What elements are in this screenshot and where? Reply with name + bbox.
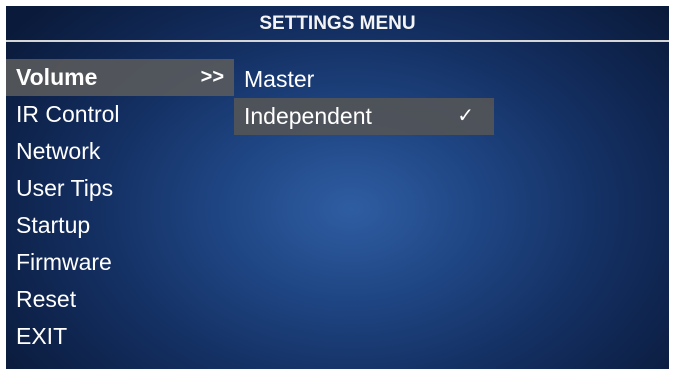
checkmark-icon: ✓ (457, 105, 474, 127)
menu-item-startup[interactable]: Startup (6, 207, 234, 244)
menu-item-user-tips[interactable]: User Tips (6, 170, 234, 207)
menu-item-network[interactable]: Network (6, 133, 234, 170)
menu-item-label: Firmware (16, 249, 112, 275)
menu-item-label: Reset (16, 286, 77, 312)
menu-item-label: Network (16, 138, 101, 164)
volume-submenu: Master Independent ✓ (234, 61, 494, 135)
menu-item-label: User Tips (16, 175, 114, 201)
menu-item-label: IR Control (16, 101, 120, 127)
submenu-item-master[interactable]: Master (234, 61, 494, 98)
menu-item-label: Volume (16, 64, 98, 90)
submenu-item-label: Master (244, 66, 315, 92)
menu-item-exit[interactable]: EXIT (6, 318, 234, 355)
menu-item-ir-control[interactable]: IR Control (6, 96, 234, 133)
menu-item-volume[interactable]: Volume >> (6, 59, 234, 96)
main-menu: Volume >> IR Control Network User Tips S… (6, 59, 234, 355)
submenu-item-label: Independent (244, 103, 372, 129)
submenu-item-independent[interactable]: Independent ✓ (234, 98, 494, 135)
menu-item-firmware[interactable]: Firmware (6, 244, 234, 281)
menu-title: SETTINGS MENU (6, 6, 669, 42)
settings-screen: SETTINGS MENU Volume >> IR Control Netwo… (6, 6, 669, 369)
submenu-arrow-icon: >> (200, 66, 224, 88)
menu-item-reset[interactable]: Reset (6, 281, 234, 318)
menu-item-label: EXIT (16, 323, 68, 349)
menu-item-label: Startup (16, 212, 91, 238)
